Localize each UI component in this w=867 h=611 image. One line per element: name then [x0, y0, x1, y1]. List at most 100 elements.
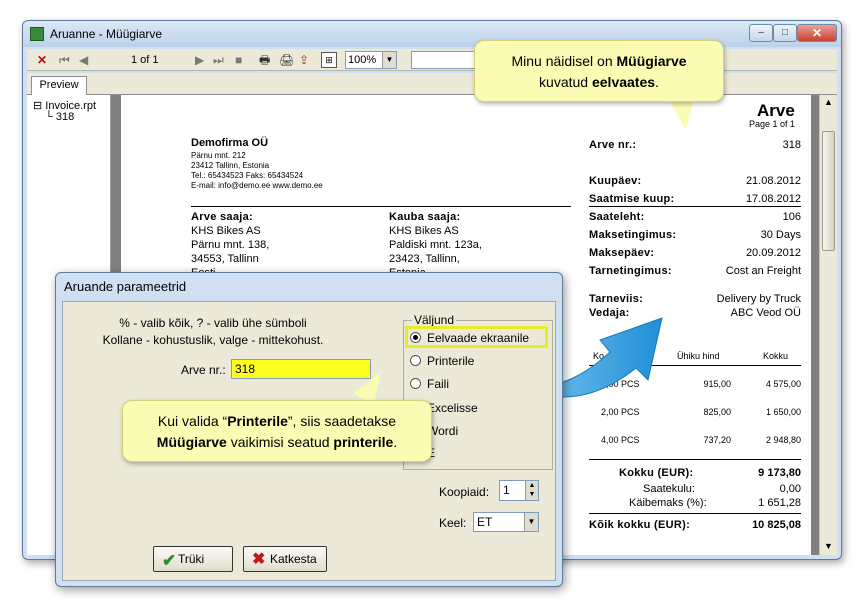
export-icon[interactable]: ⇪	[299, 52, 309, 68]
recipient-street: Paldiski mnt. 123a,	[389, 239, 482, 251]
waybill-value: 106	[782, 211, 801, 223]
company-city: 23412 Tallinn, Estonia	[191, 161, 270, 170]
invoice-no-label: Arve nr.:	[589, 139, 637, 151]
scroll-down-icon[interactable]: ▼	[824, 541, 833, 551]
page-indicator: 1 of 1	[131, 54, 159, 66]
callout-text-bold: Müügiarve	[616, 53, 687, 69]
delivery-term-value: Cost an Freight	[725, 265, 801, 277]
last-page-icon[interactable]: ⏭	[213, 52, 224, 68]
language-select[interactable]: ET ▼	[473, 512, 539, 532]
cancel-button[interactable]: ✖ Katkesta	[243, 546, 327, 572]
print-setup-icon[interactable]: 🖨	[279, 52, 294, 68]
radio-label: Faili	[427, 377, 450, 391]
radio-preview-screen[interactable]: Eelvaade ekraanile	[410, 331, 529, 345]
delivery-method-value: Delivery by Truck	[716, 293, 801, 305]
buyer-city: 34553, Tallinn	[191, 253, 259, 265]
invoice-no-input[interactable]: 318	[231, 359, 371, 379]
language-value: ET	[477, 515, 493, 529]
callout-text: kuvatud	[539, 74, 592, 90]
row-1-total: 4 575,00	[765, 379, 801, 389]
vertical-scrollbar[interactable]: ▲ ▼	[819, 95, 837, 555]
print-icon[interactable]: 🖶	[259, 52, 270, 68]
callout-printer-note: Kui valida “Printerile”, siis saadetakse…	[122, 400, 432, 462]
sum-label: Kokku (EUR):	[619, 467, 694, 479]
invoice-no-label: Arve nr.:	[181, 363, 226, 377]
callout-text-bold: Printerile	[227, 413, 288, 429]
scroll-up-icon[interactable]: ▲	[824, 97, 833, 107]
callout-text: ”, siis saadetakse	[287, 413, 397, 429]
toggle-tree-icon[interactable]: ⊞	[321, 52, 337, 68]
callout-text: Kui valida “	[157, 413, 228, 429]
radio-label: Eelvaade ekraanile	[427, 331, 530, 345]
close-window-button[interactable]: ✕	[797, 24, 837, 42]
callout-text: Minu näidisel on	[511, 53, 617, 69]
callout-text: vaikimisi seatud	[226, 434, 334, 450]
zoom-value: 100%	[348, 54, 377, 66]
waybill-label: Saateleht:	[589, 211, 645, 223]
next-page-icon[interactable]: ▶	[195, 52, 204, 68]
vat-value: 1 651,28	[758, 497, 801, 509]
due-date-value: 20.09.2012	[745, 247, 801, 259]
print-button-label: Trüki	[178, 552, 205, 566]
close-report-icon[interactable]: ✕	[37, 52, 47, 68]
cancel-button-label: Katkesta	[270, 552, 317, 566]
tab-preview[interactable]: Preview	[31, 76, 87, 95]
row-3-qty: 4,00 PCS	[601, 435, 640, 445]
chevron-down-icon[interactable]: ▼	[524, 513, 538, 531]
maximize-button[interactable]: □	[773, 24, 797, 42]
radio-icon	[410, 378, 421, 389]
col-unit-price-header: Ühiku hind	[677, 351, 720, 361]
page-of: Page 1 of 1	[749, 119, 796, 129]
callout-preview-note: Minu näidisel on Müügiarve kuvatud eelva…	[474, 40, 724, 102]
callout-text-bold: printerile	[333, 434, 394, 450]
tree-node-label: 318	[55, 111, 75, 123]
payment-term-value: 30 Days	[760, 229, 801, 241]
grand-total-value: 10 825,08	[752, 519, 801, 531]
radio-label: Excelisse	[427, 401, 478, 415]
doc-title: Arve	[757, 101, 795, 120]
payment-term-label: Maksetingimus:	[589, 229, 677, 241]
hint-wildcards: % - valib kõik, ? - valib ühe sümboli	[119, 316, 307, 330]
close-icon: ✖	[252, 551, 266, 568]
output-legend: Väljund	[412, 313, 457, 327]
recipient-name: KHS Bikes AS	[389, 225, 459, 237]
col-total-header: Kokku	[763, 351, 789, 361]
hint-colors: Kollane - kohustuslik, valge - mittekohu…	[102, 333, 324, 347]
shipping-date-label: Saatmise kuup:	[589, 193, 675, 205]
radio-label: Printerile	[427, 354, 475, 368]
copies-value: 1	[503, 483, 510, 497]
scrollbar-thumb[interactable]	[822, 131, 835, 251]
chevron-down-icon[interactable]: ▼	[382, 52, 396, 68]
shipping-cost-label: Saatekulu:	[643, 483, 695, 495]
date-label: Kuupäev:	[589, 175, 642, 187]
invoice-no-value: 318	[782, 139, 801, 151]
carrier-value: ABC Veod OÜ	[730, 307, 801, 319]
minimize-button[interactable]: –	[749, 24, 773, 42]
zoom-select[interactable]: 100% ▼	[345, 51, 397, 69]
first-page-icon[interactable]: ⏮	[59, 52, 70, 68]
company-email: E-mail: info@demo.ee www.demo.ee	[191, 181, 323, 190]
callout-text-bold: eelvaates	[591, 74, 656, 90]
buyer-name: KHS Bikes AS	[191, 225, 261, 237]
app-icon	[30, 27, 44, 41]
check-icon: ✔	[162, 551, 177, 570]
previous-page-icon[interactable]: ◀	[79, 52, 88, 68]
stop-icon[interactable]: ■	[235, 52, 242, 68]
shipping-date-value: 17.08.2012	[745, 193, 801, 205]
window-title: Aruanne - Müügiarve	[50, 27, 163, 41]
buyer-label: Arve saaja:	[191, 211, 254, 223]
callout-text: .	[655, 74, 659, 90]
spin-arrows-icon[interactable]: ▲ ▼	[525, 481, 538, 500]
grand-total-label: Kõik kokku (EUR):	[589, 519, 691, 531]
print-button[interactable]: ✔ Trüki	[153, 546, 233, 572]
radio-file[interactable]: Faili	[410, 377, 449, 391]
vat-label: Käibemaks (%):	[629, 497, 707, 509]
buyer-street: Pärnu mnt. 138,	[191, 239, 270, 251]
tree-node-318[interactable]: └ 318	[45, 111, 74, 123]
callout-text-bold: Müügiarve	[156, 434, 227, 450]
row-1-price: 915,00	[703, 379, 731, 389]
copies-stepper[interactable]: 1 ▲ ▼	[499, 480, 539, 501]
radio-icon	[410, 355, 421, 366]
radio-printer[interactable]: Printerile	[410, 354, 474, 368]
due-date-label: Maksepäev:	[589, 247, 655, 259]
